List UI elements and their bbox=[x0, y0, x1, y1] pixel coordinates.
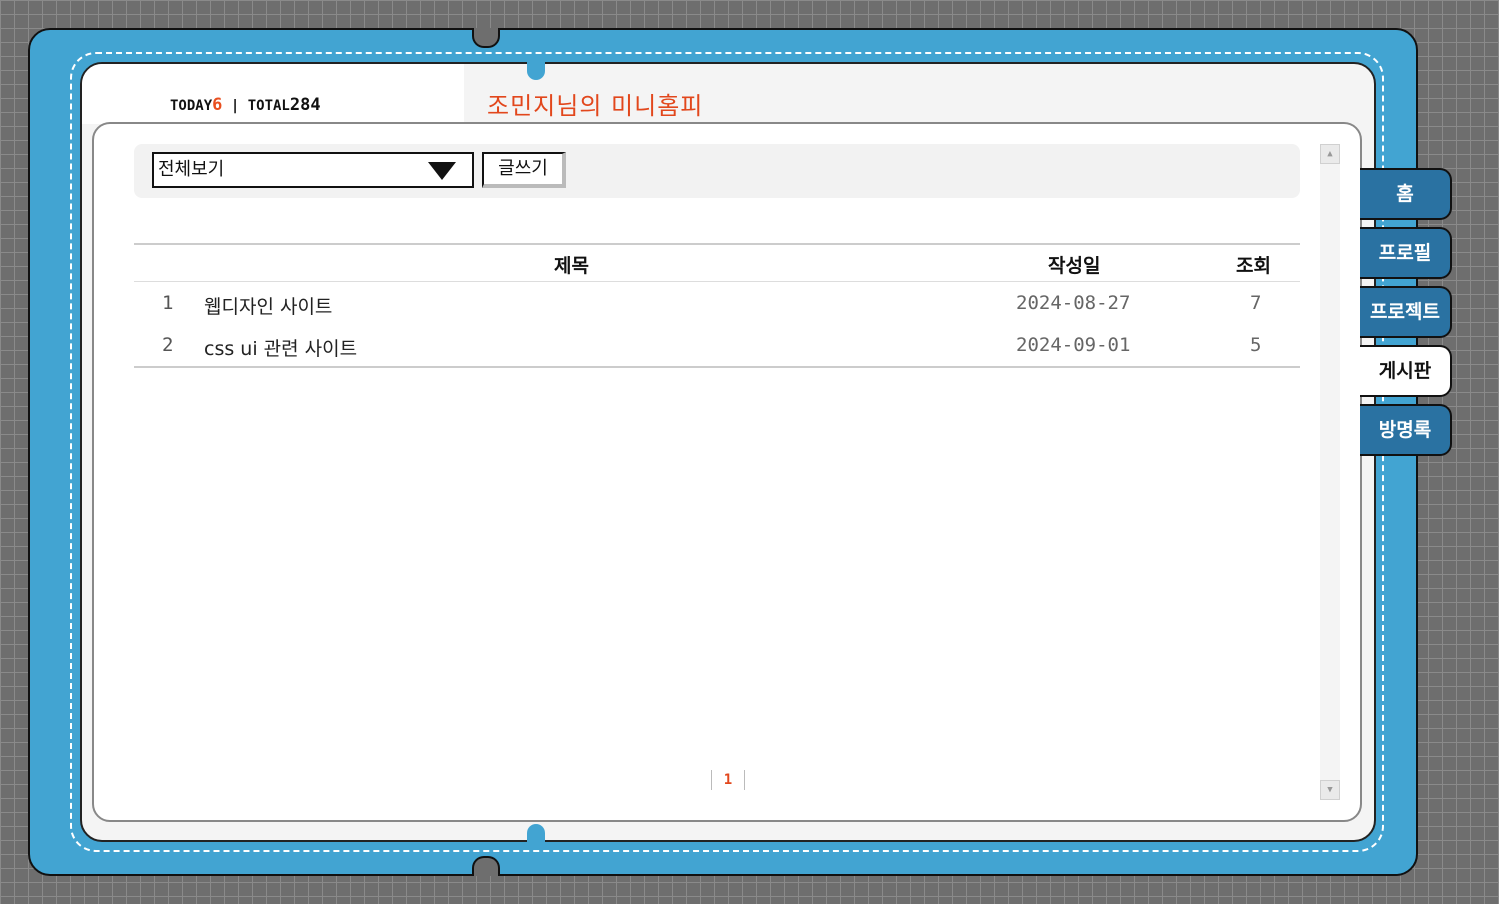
total-count: 284 bbox=[289, 95, 321, 115]
table-row[interactable]: 1 웹디자인 사이트 2024-08-27 7 bbox=[134, 282, 1300, 324]
row-date: 2024-08-27 bbox=[1016, 292, 1131, 314]
pagination-current-page[interactable]: 1 bbox=[711, 770, 745, 790]
tab-board[interactable]: 게시판 bbox=[1360, 345, 1452, 397]
category-select-value: 전체보기 bbox=[158, 159, 225, 180]
tab-project[interactable]: 프로젝트 bbox=[1360, 286, 1452, 338]
scroll-up-icon[interactable]: ▲ bbox=[1320, 144, 1340, 164]
total-label: TOTAL bbox=[247, 98, 290, 114]
page-title: 조민지님의 미니홈피 bbox=[487, 92, 704, 120]
page-seam-bottom bbox=[527, 824, 545, 842]
counter-separator: | bbox=[230, 98, 240, 114]
header-date[interactable]: 작성일 bbox=[1048, 251, 1100, 278]
vertical-scrollbar[interactable]: ▲ ▼ bbox=[1320, 144, 1340, 800]
tab-guestbook[interactable]: 방명록 bbox=[1360, 404, 1452, 456]
table-row[interactable]: 2 css ui 관련 사이트 2024-09-01 5 bbox=[134, 324, 1300, 366]
table-header: 제목 작성일 조회 bbox=[134, 245, 1300, 282]
row-views: 7 bbox=[1250, 292, 1262, 314]
frame-notch-top bbox=[472, 28, 500, 48]
visit-counter: TODAY6 | TOTAL284 bbox=[170, 95, 321, 115]
tab-profile[interactable]: 프로필 bbox=[1360, 227, 1452, 279]
row-subject-link[interactable]: 웹디자인 사이트 bbox=[204, 292, 332, 319]
header-views[interactable]: 조회 bbox=[1236, 251, 1271, 278]
row-subject-link[interactable]: css ui 관련 사이트 bbox=[204, 334, 357, 361]
header-subject[interactable]: 제목 bbox=[554, 251, 589, 278]
row-views: 5 bbox=[1250, 334, 1262, 356]
scroll-down-icon[interactable]: ▼ bbox=[1320, 780, 1340, 800]
today-label: TODAY bbox=[170, 98, 213, 114]
row-date: 2024-09-01 bbox=[1016, 334, 1131, 356]
page-seam-top bbox=[527, 62, 545, 80]
chevron-down-icon bbox=[428, 162, 456, 180]
today-count: 6 bbox=[212, 95, 223, 115]
tab-home[interactable]: 홈 bbox=[1360, 168, 1452, 220]
write-button[interactable]: 글쓰기 bbox=[482, 152, 566, 188]
frame-notch-bottom bbox=[472, 856, 500, 876]
counter-area bbox=[82, 64, 464, 124]
board-table: 제목 작성일 조회 1 웹디자인 사이트 2024-08-27 7 2 css … bbox=[134, 243, 1300, 368]
row-number: 1 bbox=[162, 292, 174, 314]
row-number: 2 bbox=[162, 334, 174, 356]
content-panel bbox=[92, 122, 1362, 822]
category-select[interactable]: 전체보기 bbox=[152, 152, 474, 188]
